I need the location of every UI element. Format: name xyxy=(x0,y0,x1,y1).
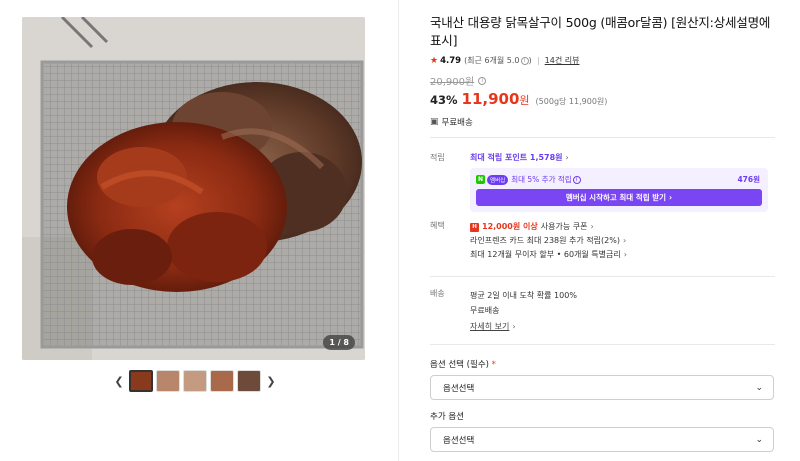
shipping-row: ▣ 무료배송 xyxy=(430,116,775,128)
price-row: 43% 11,900 원 (500g당 11,900원) xyxy=(430,90,775,108)
chevron-down-icon: ⌄ xyxy=(755,383,763,393)
delivery-detail-link[interactable]: 자세히 보기 › xyxy=(470,318,775,332)
price-currency: 원 xyxy=(519,94,530,107)
original-price: 20,900원 xyxy=(430,77,475,88)
product-gallery: 1 / 8 ❮ ❯ xyxy=(0,0,398,461)
additional-option-value: 옵션선택 xyxy=(443,435,475,446)
sale-price: 11,900 xyxy=(461,90,520,108)
extra-points-text: 최대 5% 추가 적립 xyxy=(511,175,572,184)
thumbnail-5[interactable] xyxy=(237,370,261,392)
coupon-icon: H xyxy=(470,222,479,232)
chevron-down-icon: ⌄ xyxy=(755,435,763,445)
membership-badge: 멤버십 xyxy=(487,174,509,185)
additional-option-label: 추가 옵션 xyxy=(430,412,464,422)
additional-option-select[interactable]: 옵션선택 ⌄ xyxy=(430,427,774,452)
divider xyxy=(537,56,539,65)
required-option-label: 옵션 선택 (필수) * xyxy=(430,360,496,370)
chevron-left-icon: ❮ xyxy=(114,374,124,388)
unit-price: (500g당 11,900원) xyxy=(535,97,608,106)
required-mark: * xyxy=(491,360,496,370)
coupon-row[interactable]: H 12,000원 이상 사용가능 쿠폰 › xyxy=(470,220,775,234)
chevron-right-icon: › xyxy=(590,222,594,231)
delivery-eta: 평균 2일 이내 도착 확률 100% xyxy=(470,291,577,300)
card-benefit-row[interactable]: 라인프렌즈 카드 최대 238원 추가 적립(2%) › xyxy=(470,234,775,248)
chevron-right-icon: ❯ xyxy=(266,374,276,388)
original-price-row: 20,900원 i xyxy=(430,73,775,88)
coupon-text: 사용가능 쿠폰 xyxy=(540,222,588,231)
grilled-chicken-photo xyxy=(22,17,365,360)
delivery-label: 배송 xyxy=(430,289,445,298)
truck-icon: ▣ xyxy=(430,117,439,127)
thumbnail-next-button[interactable]: ❯ xyxy=(264,369,278,393)
coupon-amount: 12,000원 이상 xyxy=(482,222,538,231)
discount-rate: 43% xyxy=(430,93,458,107)
shipping-text: 무료배송 xyxy=(441,118,473,128)
thumbnail-prev-button[interactable]: ❮ xyxy=(112,369,126,393)
benefits-label: 혜택 xyxy=(430,221,445,230)
chevron-right-icon: › xyxy=(623,250,627,259)
thumbnail-4[interactable] xyxy=(210,370,234,392)
info-icon[interactable]: i xyxy=(478,76,487,85)
image-page-indicator: 1 / 8 xyxy=(323,335,355,350)
extra-points-amount: 476원 xyxy=(737,175,760,184)
chevron-right-icon: › xyxy=(669,193,673,202)
review-count-link[interactable]: 14건 리뷰 xyxy=(545,55,580,66)
section-divider xyxy=(430,344,775,345)
delivery-fee: 무료배송 xyxy=(470,306,500,315)
section-divider xyxy=(430,137,775,138)
required-option-select[interactable]: 옵션선택 ⌄ xyxy=(430,375,774,400)
thumbnail-3[interactable] xyxy=(183,370,207,392)
chevron-right-icon: › xyxy=(622,236,627,245)
required-option-value: 옵션선택 xyxy=(443,383,475,394)
product-info: 국내산 대용량 닭목살구이 500g (매콤or달콤) [원산지:상세설명에 표… xyxy=(430,14,775,128)
rating-detail-close: ) xyxy=(528,56,532,65)
rating-row: ★ 4.79 (최근 6개월 5.0 i ) 14건 리뷰 xyxy=(430,55,775,66)
product-title: 국내산 대용량 닭목살구이 500g (매콤or달콤) [원산지:상세설명에 표… xyxy=(430,15,771,48)
column-divider xyxy=(398,0,399,461)
delivery-section: 배송 평균 2일 이내 도착 확률 100% 무료배송 자세히 보기 › xyxy=(430,288,775,333)
chevron-right-icon: › xyxy=(565,153,569,162)
thumbnail-1[interactable] xyxy=(129,370,153,392)
product-main-image[interactable]: 1 / 8 xyxy=(22,17,365,360)
npay-badge: N xyxy=(476,175,486,184)
thumbnail-strip: ❮ ❯ xyxy=(112,369,278,393)
chevron-right-icon: › xyxy=(512,322,516,331)
installment-row[interactable]: 최대 12개월 무이자 할부 • 60개월 특별금리 › xyxy=(470,248,775,262)
section-divider xyxy=(430,276,775,277)
membership-box: N 멤버십 최대 5% 추가 적립 i 476원 멤버십 시작하고 최대 적립 … xyxy=(470,168,768,212)
rating-detail: (최근 6개월 5.0 xyxy=(464,56,520,65)
max-points-link[interactable]: 최대 적립 포인트 1,578원 › xyxy=(470,152,775,163)
points-section: 적립 최대 적립 포인트 1,578원 › N 멤버십 최대 5% 추가 적립 i… xyxy=(430,152,775,212)
thumbnail-2[interactable] xyxy=(156,370,180,392)
points-label: 적립 xyxy=(430,153,445,162)
info-icon[interactable]: i xyxy=(572,175,581,184)
membership-start-button[interactable]: 멤버십 시작하고 최대 적립 받기 › xyxy=(476,189,762,206)
benefits-section: 혜택 H 12,000원 이상 사용가능 쿠폰 › 라인프렌즈 카드 최대 23… xyxy=(430,220,775,265)
star-icon: ★ xyxy=(430,55,439,66)
info-icon[interactable]: i xyxy=(520,56,529,65)
rating-value: 4.79 xyxy=(440,55,462,66)
